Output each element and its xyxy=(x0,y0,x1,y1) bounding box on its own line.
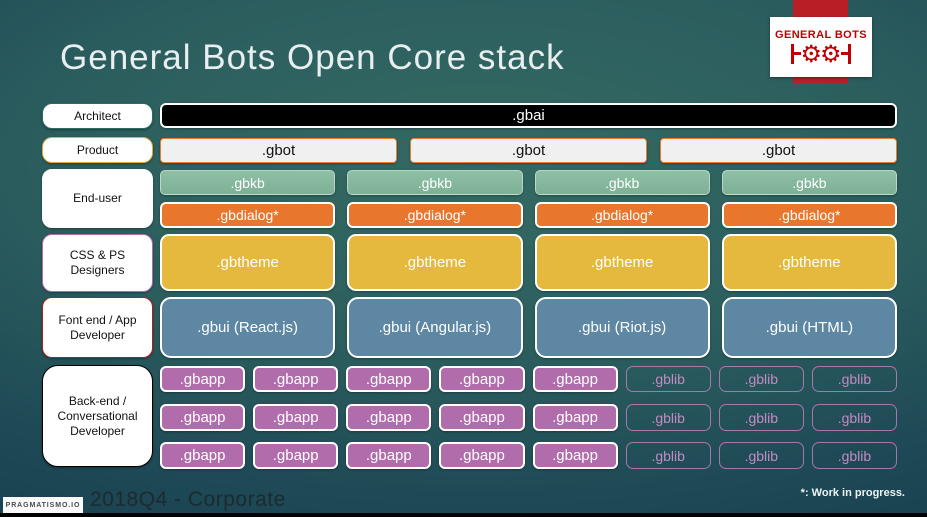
gbapp-box: .gbapp xyxy=(160,404,246,431)
page-title: General Bots Open Core stack xyxy=(60,38,565,77)
gbapp-box: .gbapp xyxy=(532,366,618,392)
row-gbui: .gbui (React.js) .gbui (Angular.js) .gbu… xyxy=(160,297,897,358)
gbtheme-box: .gbtheme xyxy=(347,234,523,291)
row-gbdialog: .gbdialog* .gbdialog* .gbdialog* .gbdial… xyxy=(160,202,897,228)
gbtheme-box: .gbtheme xyxy=(160,234,336,291)
gbapp-box: .gbapp xyxy=(532,442,618,469)
gblib-box: .gblib xyxy=(625,442,711,469)
gbtheme-box: .gbtheme xyxy=(534,234,710,291)
gblib-box: .gblib xyxy=(625,366,711,392)
gbot-box: .gbot xyxy=(660,138,897,163)
gblib-box: .gblib xyxy=(811,442,897,469)
gear-icon: ⚙ xyxy=(820,39,842,68)
gbapp-box: .gbapp xyxy=(346,442,432,469)
gblib-box: .gblib xyxy=(811,404,897,431)
gbapp-box: .gbapp xyxy=(253,366,339,392)
gbapp-box: .gbapp xyxy=(346,366,432,392)
footer-period: 2018Q4 - Corporate xyxy=(90,488,286,511)
role-label-architect: Architect xyxy=(42,103,153,129)
role-label-css-ps-designers: CSS & PS Designers xyxy=(42,234,153,292)
work-in-progress-note: *: Work in progress. xyxy=(800,487,905,499)
gbapp-box: .gbapp xyxy=(160,366,246,392)
role-label-front-end-app-developer: Font end / App Developer xyxy=(42,297,153,358)
gbapp-box: .gbapp xyxy=(439,366,525,392)
gbui-react-box: .gbui (React.js) xyxy=(160,297,336,358)
gbapp-box: .gbapp xyxy=(253,442,339,469)
row-backend-3: .gbapp .gbapp .gbapp .gbapp .gbapp .gbli… xyxy=(160,442,897,469)
slide: General Bots Open Core stack GENERAL BOT… xyxy=(0,0,927,517)
gbot-box: .gbot xyxy=(160,138,397,163)
gbapp-box: .gbapp xyxy=(346,404,432,431)
row-gbkb: .gbkb .gbkb .gbkb .gbkb xyxy=(160,170,897,195)
gbui-riot-box: .gbui (Riot.js) xyxy=(534,297,710,358)
gbtheme-box: .gbtheme xyxy=(721,234,897,291)
pragmatismo-logo: PRAGMATISMO.IO xyxy=(3,497,83,514)
gears-icon: ⚙ ⚙ xyxy=(791,39,851,68)
gbapp-box: .gbapp xyxy=(532,404,618,431)
gbdialog-box: .gbdialog* xyxy=(347,202,523,228)
gbdialog-box: .gbdialog* xyxy=(160,202,336,228)
row-backend-1: .gbapp .gbapp .gbapp .gbapp .gbapp .gbli… xyxy=(160,366,897,392)
role-label-back-end-conversational-developer: Back-end / Conversational Developer xyxy=(42,365,153,467)
row-backend-2: .gbapp .gbapp .gbapp .gbapp .gbapp .gbli… xyxy=(160,404,897,431)
logo-text: GENERAL BOTS xyxy=(775,28,867,41)
gblib-box: .gblib xyxy=(718,404,804,431)
gear-endbar-right xyxy=(847,43,851,64)
gear-line-right xyxy=(840,52,848,55)
gbapp-box: .gbapp xyxy=(160,442,246,469)
gbapp-box: .gbapp xyxy=(439,404,525,431)
gbui-angular-box: .gbui (Angular.js) xyxy=(347,297,523,358)
gbkb-box: .gbkb xyxy=(160,170,336,195)
gblib-box: .gblib xyxy=(718,442,804,469)
gblib-box: .gblib xyxy=(811,366,897,392)
gblib-box: .gblib xyxy=(625,404,711,431)
gear-icon: ⚙ xyxy=(800,39,822,68)
row-gbot: .gbot .gbot .gbot xyxy=(160,138,897,163)
row-gbtheme: .gbtheme .gbtheme .gbtheme .gbtheme xyxy=(160,234,897,291)
general-bots-logo: GENERAL BOTS ⚙ ⚙ xyxy=(770,17,872,77)
gbkb-box: .gbkb xyxy=(347,170,523,195)
role-label-product: Product xyxy=(42,137,153,163)
gbdialog-box: .gbdialog* xyxy=(721,202,897,228)
gbkb-box: .gbkb xyxy=(534,170,710,195)
gbapp-box: .gbapp xyxy=(253,404,339,431)
gbapp-box: .gbapp xyxy=(439,442,525,469)
gbui-html-box: .gbui (HTML) xyxy=(721,297,897,358)
gblib-box: .gblib xyxy=(718,366,804,392)
gbkb-box: .gbkb xyxy=(721,170,897,195)
bottom-edge-bar xyxy=(0,513,927,517)
gbai-box: .gbai xyxy=(160,103,897,128)
gbot-box: .gbot xyxy=(410,138,647,163)
row-gbai: .gbai xyxy=(160,103,897,128)
gbdialog-box: .gbdialog* xyxy=(534,202,710,228)
role-label-end-user: End-user xyxy=(42,169,153,228)
